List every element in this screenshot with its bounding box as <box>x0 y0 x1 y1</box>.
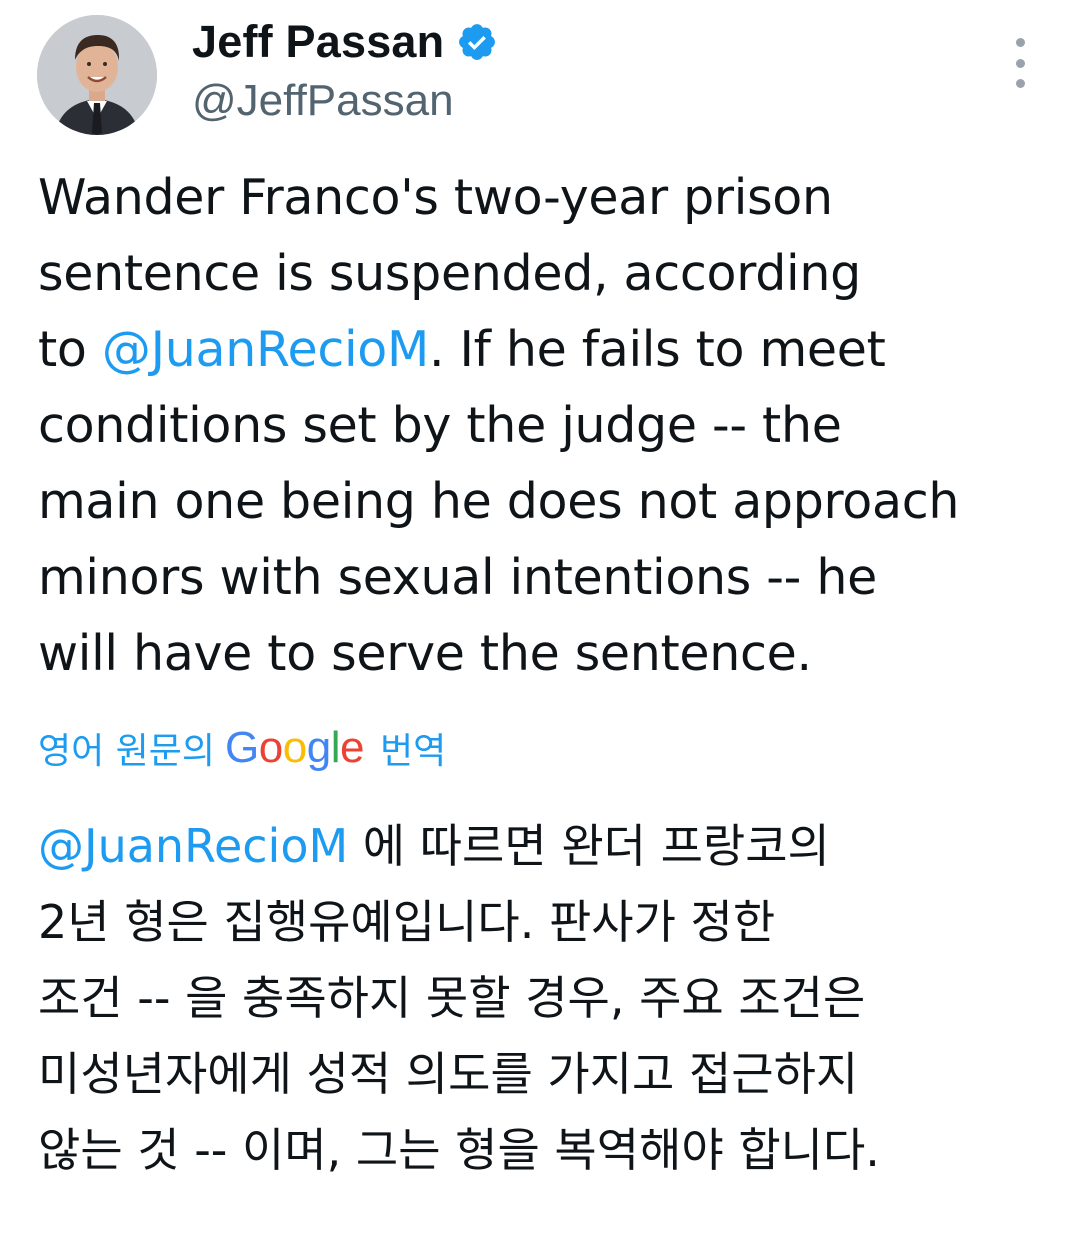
mention-link[interactable]: @JuanRecioM <box>38 819 348 873</box>
text-line: sentence is suspended, according <box>38 236 1058 312</box>
text-segment: minors with sexual intentions -- he <box>38 549 877 606</box>
text-segment: will have to serve the sentence. <box>38 625 812 682</box>
text-segment: to <box>38 321 102 378</box>
text-line: Wander Franco's two-year prison <box>38 160 1058 236</box>
translation-suffix: 번역 <box>380 731 447 772</box>
translated-text: @JuanRecioM 에 따르면 완더 프랑코의 2년 형은 집행유예입니다. … <box>38 808 1058 1188</box>
text-segment: conditions set by the judge -- the <box>38 397 842 454</box>
text-segment: main one being he does not approach <box>38 473 960 530</box>
text-segment: sentence is suspended, according <box>38 245 861 302</box>
tweet-header: Jeff Passan @JeffPassan <box>0 0 1080 150</box>
text-segment: 조건 -- 을 충족하지 못할 경우, 주요 조건은 <box>38 971 866 1025</box>
text-line: @JuanRecioM 에 따르면 완더 프랑코의 <box>38 808 1058 884</box>
more-dot <box>1015 79 1025 88</box>
more-dot <box>1015 58 1025 68</box>
text-line: conditions set by the judge -- the <box>38 388 1058 464</box>
text-line: will have to serve the sentence. <box>38 616 1058 692</box>
mention-link[interactable]: @JuanRecioM <box>102 321 429 378</box>
text-segment: Wander Franco's two-year prison <box>38 169 833 226</box>
text-line: 미성년자에게 성적 의도를 가지고 접근하지 <box>38 1036 1058 1112</box>
avatar[interactable] <box>37 15 157 135</box>
more-options-icon[interactable] <box>1000 38 1040 88</box>
text-segment: . If he fails to meet <box>428 321 886 378</box>
translation-attribution[interactable]: 영어 원문의 Google 번역 <box>38 716 446 780</box>
avatar-photo <box>37 15 157 135</box>
text-line: 않는 것 -- 이며, 그는 형을 복역해야 합니다. <box>38 1112 1058 1188</box>
translation-label: 영어 원문의 <box>38 731 216 772</box>
text-line: 2년 형은 집행유예입니다. 판사가 정한 <box>38 884 1058 960</box>
text-segment: 2년 형은 집행유예입니다. 판사가 정한 <box>38 895 776 949</box>
text-line: minors with sexual intentions -- he <box>38 540 1058 616</box>
text-line: 조건 -- 을 충족하지 못할 경우, 주요 조건은 <box>38 960 1058 1036</box>
verified-badge-icon <box>459 24 496 60</box>
author-handle[interactable]: @JeffPassan <box>192 76 454 126</box>
text-segment: 에 따르면 완더 프랑코의 <box>348 819 830 873</box>
google-logo: Google <box>225 723 364 772</box>
text-segment: 않는 것 -- 이며, 그는 형을 복역해야 합니다. <box>38 1123 880 1177</box>
author-name[interactable]: Jeff Passan <box>192 16 444 68</box>
text-line: to @JuanRecioM. If he fails to meet <box>38 312 1058 388</box>
text-segment: 미성년자에게 성적 의도를 가지고 접근하지 <box>38 1047 859 1101</box>
more-dot <box>1015 38 1025 47</box>
author-name-row: Jeff Passan <box>192 14 498 70</box>
text-line: main one being he does not approach <box>38 464 1058 540</box>
tweet-text: Wander Franco's two-year prison sentence … <box>38 160 1058 692</box>
